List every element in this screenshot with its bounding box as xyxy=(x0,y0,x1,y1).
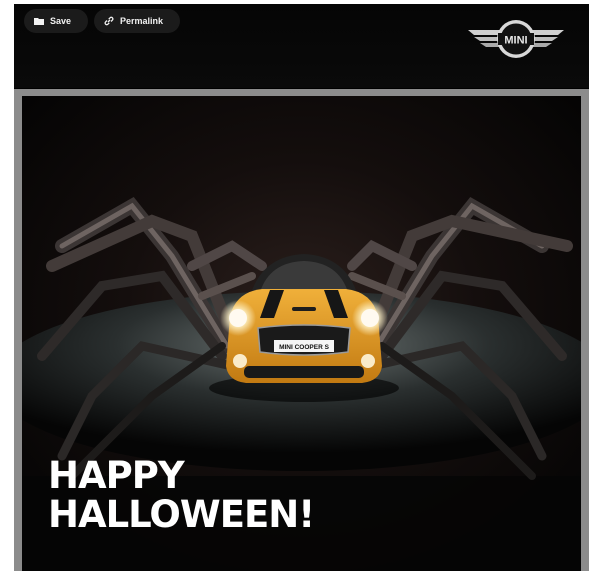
logo-text: MINI xyxy=(504,35,527,47)
save-button[interactable]: Save xyxy=(24,9,88,33)
halloween-headline: HAPPY HALLOWEEN! xyxy=(48,454,315,536)
halloween-ad-image: MINI COOPER S HAPPY HALLOWEEN! xyxy=(22,96,581,571)
headline-line-2: HALLOWEEN! xyxy=(48,493,315,536)
permalink-label: Permalink xyxy=(120,16,164,26)
permalink-button[interactable]: Permalink xyxy=(94,9,180,33)
top-bar: Save Permalink MINI xyxy=(14,4,589,88)
mini-wings-logo[interactable]: MINI xyxy=(466,16,566,62)
save-label: Save xyxy=(50,16,72,26)
folder-icon xyxy=(34,18,44,25)
link-icon xyxy=(104,16,114,26)
license-plate-text: MINI COOPER S xyxy=(279,344,330,351)
post-frame: Save Permalink MINI MINI COOPER S HAPPY … xyxy=(14,4,589,571)
headline-line-1: HAPPY xyxy=(48,454,185,497)
